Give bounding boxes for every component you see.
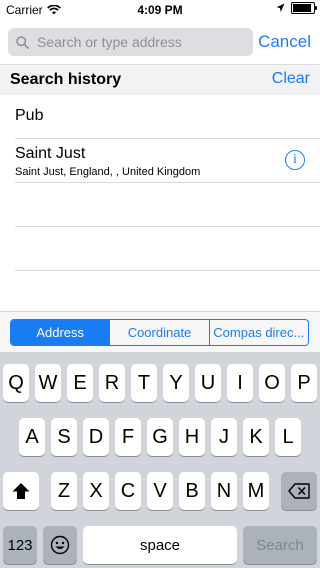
search-history-title: Search history (10, 71, 122, 88)
clear-button[interactable]: Clear (272, 70, 310, 88)
emoji-key[interactable] (43, 526, 77, 564)
search-bar: Cancel (0, 20, 320, 64)
history-item-subtitle: Saint Just, England, , United Kingdom (15, 166, 201, 178)
key-a[interactable]: A (19, 418, 45, 456)
search-history-list: Pub Saint Just Saint Just, England, , Un… (0, 95, 320, 271)
cancel-button[interactable]: Cancel (258, 32, 311, 52)
info-icon[interactable]: i (285, 150, 305, 170)
status-bar: Carrier 4:09 PM (0, 0, 320, 20)
key-m[interactable]: M (243, 472, 269, 510)
key-u[interactable]: U (195, 364, 221, 402)
status-right (276, 2, 317, 14)
key-k[interactable]: K (243, 418, 269, 456)
key-t[interactable]: T (131, 364, 157, 402)
key-h[interactable]: H (179, 418, 205, 456)
history-item[interactable]: Saint Just Saint Just, England, , United… (15, 139, 320, 183)
empty-row (15, 227, 320, 271)
key-s[interactable]: S (51, 418, 77, 456)
key-o[interactable]: O (259, 364, 285, 402)
search-mode-segmented-control: Address Coordinate Compas direc... (10, 319, 309, 346)
segment-coordinate[interactable]: Coordinate (109, 320, 208, 345)
shift-arrow-icon (12, 483, 30, 499)
key-x[interactable]: X (83, 472, 109, 510)
search-history-header: Search history Clear (0, 64, 320, 95)
key-b[interactable]: B (179, 472, 205, 510)
key-q[interactable]: Q (3, 364, 29, 402)
status-time: 4:09 PM (137, 3, 183, 17)
segment-address[interactable]: Address (11, 320, 110, 345)
key-l[interactable]: L (275, 418, 301, 456)
backspace-icon (288, 483, 310, 499)
key-c[interactable]: C (115, 472, 141, 510)
key-i[interactable]: I (227, 364, 253, 402)
search-field[interactable] (8, 28, 253, 56)
empty-row (15, 183, 320, 227)
history-item[interactable]: Pub (15, 95, 320, 139)
key-r[interactable]: R (99, 364, 125, 402)
key-j[interactable]: J (211, 418, 237, 456)
key-n[interactable]: N (211, 472, 237, 510)
history-item-title: Pub (15, 107, 44, 124)
space-key[interactable]: space (83, 526, 237, 564)
key-g[interactable]: G (147, 418, 173, 456)
backspace-key[interactable] (281, 472, 317, 510)
key-y[interactable]: Y (163, 364, 189, 402)
segment-toolbar: Address Coordinate Compas direc... (0, 311, 320, 353)
search-key[interactable]: Search (243, 526, 317, 564)
key-d[interactable]: D (83, 418, 109, 456)
battery-fill (293, 4, 312, 12)
key-w[interactable]: W (35, 364, 61, 402)
location-arrow-icon (276, 3, 285, 12)
keyboard: Q W E R T Y U I O P A S D F G H J K L Z … (0, 352, 320, 568)
key-p[interactable]: P (291, 364, 317, 402)
segment-compass-direction[interactable]: Compas direc... (208, 320, 308, 345)
shift-key[interactable] (3, 472, 39, 510)
emoji-icon (50, 535, 70, 555)
key-f[interactable]: F (115, 418, 141, 456)
history-item-title: Saint Just (15, 145, 86, 162)
search-icon (16, 35, 29, 49)
key-e[interactable]: E (67, 364, 93, 402)
battery-icon (291, 2, 317, 14)
key-z[interactable]: Z (51, 472, 77, 510)
numbers-key[interactable]: 123 (3, 526, 37, 564)
key-v[interactable]: V (147, 472, 173, 510)
search-input[interactable] (35, 33, 239, 51)
